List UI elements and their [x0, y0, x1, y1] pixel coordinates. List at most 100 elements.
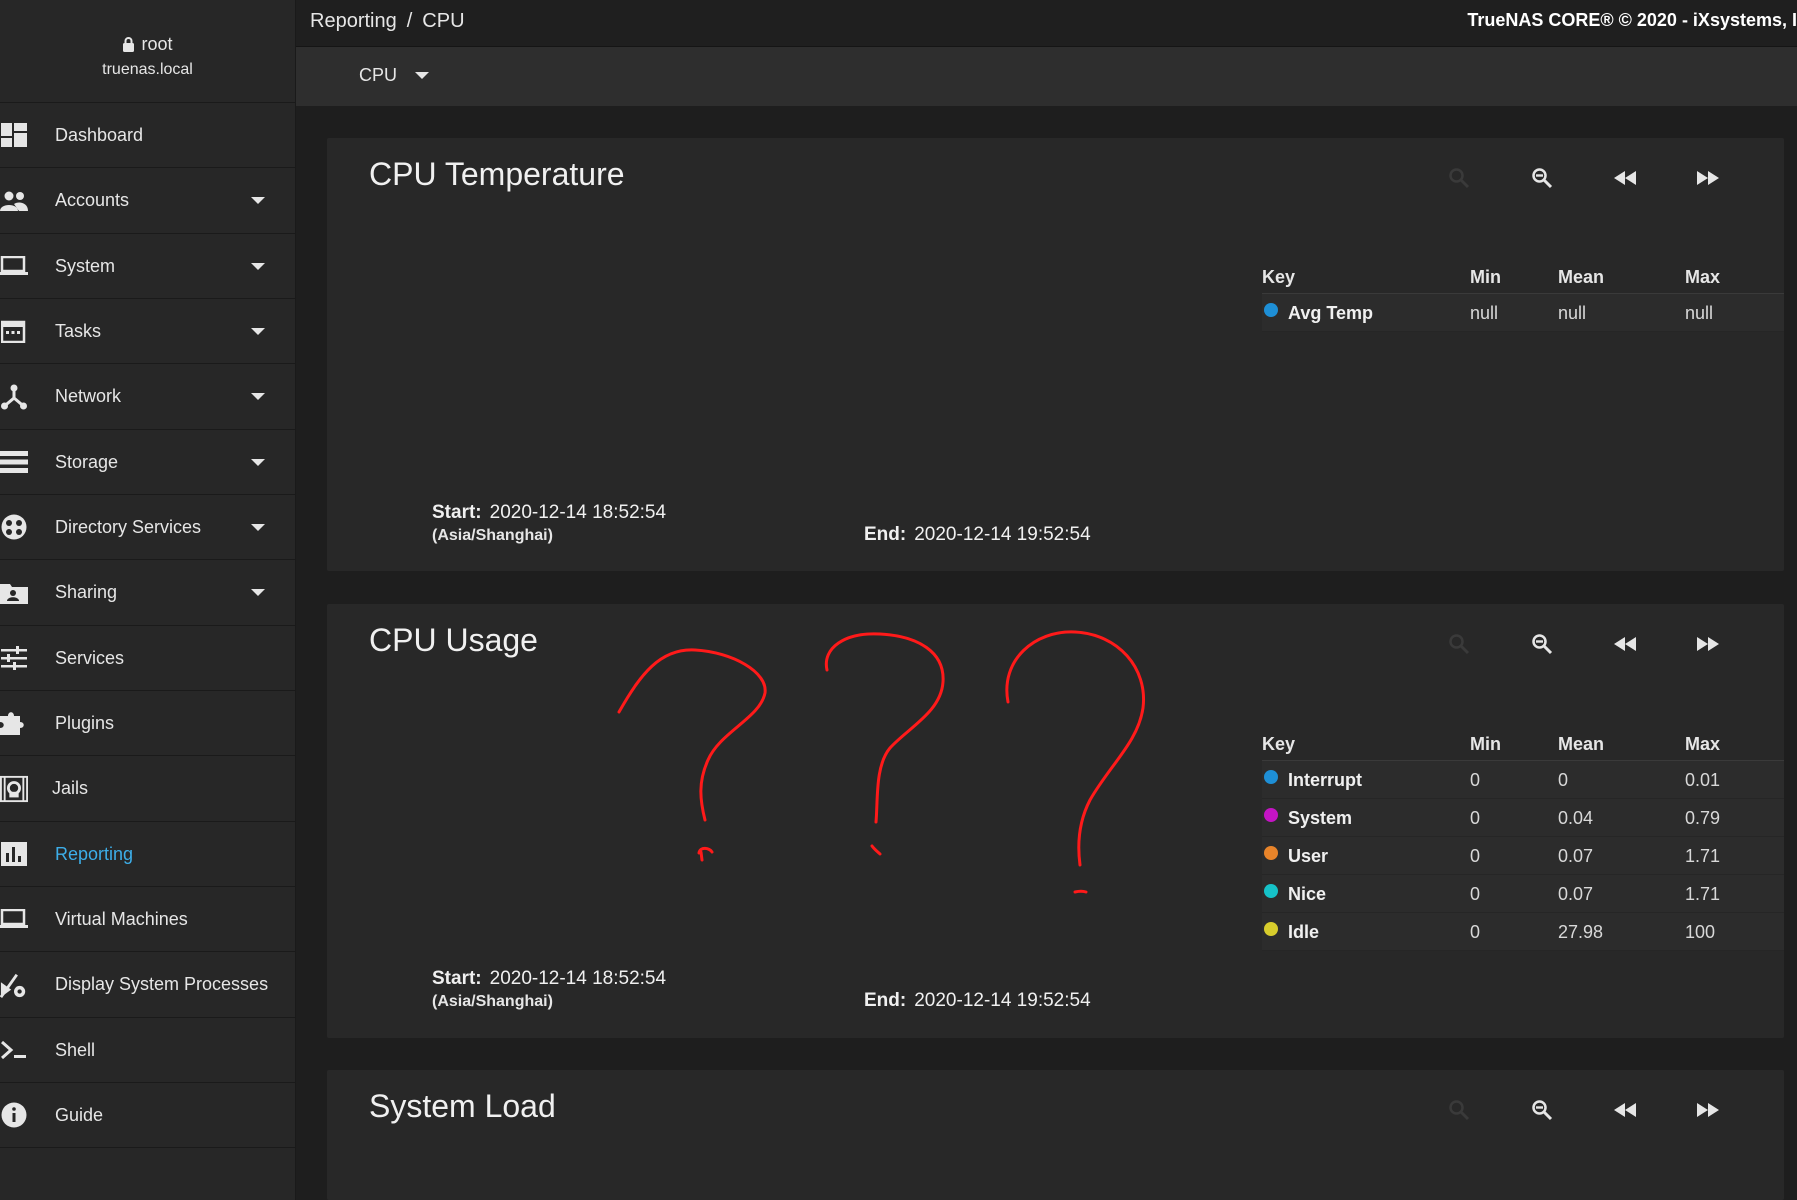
- series-mean: null: [1558, 303, 1587, 323]
- sidebar-item-label: Services: [55, 647, 125, 668]
- range-end: End: 2020-12-14 19:52:54: [864, 524, 1091, 546]
- chart-toolbar: [1445, 1096, 1722, 1124]
- breadcrumb-separator: /: [406, 10, 413, 32]
- series-mean: 0: [1558, 770, 1569, 790]
- sidebar-item-label: Shell: [55, 1039, 96, 1060]
- legend-row: Avg Temp null null null: [1262, 294, 1784, 332]
- fast-forward-icon[interactable]: [1694, 164, 1722, 192]
- sidebar-item-network[interactable]: Network: [0, 364, 295, 430]
- series-min: 0: [1470, 884, 1481, 904]
- legend-row: System 0 0.04 0.79: [1262, 799, 1784, 837]
- report-type-select[interactable]: CPU: [359, 65, 430, 86]
- sidebar-item-jails[interactable]: Jails: [0, 756, 295, 822]
- sidebar-item-label: Network: [55, 386, 122, 406]
- range-start-label: Start:: [432, 502, 482, 523]
- series-name: Idle: [1288, 922, 1320, 942]
- share-folder-icon: [0, 579, 28, 607]
- breadcrumb-reporting[interactable]: Reporting: [310, 10, 397, 32]
- range-end-label: End:: [864, 524, 907, 545]
- zoom-in-icon[interactable]: [1445, 630, 1473, 658]
- sidebar-item-label: System: [55, 255, 116, 276]
- zoom-out-icon[interactable]: [1528, 630, 1556, 658]
- legend-col-min: Min: [1470, 734, 1501, 754]
- hostname: truenas.local: [102, 61, 193, 78]
- series-color-dot: [1264, 303, 1278, 317]
- zoom-out-icon[interactable]: [1528, 1096, 1556, 1124]
- chevron-down-icon[interactable]: [251, 262, 265, 270]
- fast-forward-icon[interactable]: [1694, 630, 1722, 658]
- sidebar-item-label: Display System Processes: [55, 974, 269, 994]
- breadcrumb: Reporting / CPU: [310, 10, 465, 33]
- series-name: Avg Temp: [1288, 303, 1374, 323]
- series-name: User: [1288, 846, 1329, 866]
- sidebar-item-label: Guide: [55, 1104, 104, 1125]
- series-name: System: [1288, 808, 1353, 828]
- chevron-down-icon[interactable]: [251, 327, 265, 335]
- sidebar-item-label: Virtual Machines: [55, 908, 188, 929]
- chart-toolbar: [1445, 630, 1722, 658]
- zoom-in-icon[interactable]: [1445, 164, 1473, 192]
- legend-table: Key Min Mean Max Interrupt 0 0 0.01 Syst…: [1262, 730, 1784, 951]
- sidebar-item-system[interactable]: System: [0, 234, 295, 299]
- cpu-usage-card: CPU Usage Key Min Mean Max Interrupt 0 0…: [327, 604, 1784, 1038]
- sidebar-item-reporting[interactable]: Reporting: [0, 822, 295, 887]
- network-icon: [0, 383, 28, 411]
- timezone-label: (Asia/Shanghai): [432, 993, 553, 1010]
- sidebar-item-services[interactable]: Services: [0, 626, 295, 691]
- series-color-dot: [1264, 770, 1278, 784]
- range-start-value: 2020-12-14 18:52:54: [489, 968, 667, 989]
- legend-col-key: Key: [1262, 267, 1296, 287]
- sidebar-item-label: Tasks: [55, 320, 102, 341]
- sidebar-item-virtual-machines[interactable]: Virtual Machines: [0, 887, 295, 952]
- fast-forward-icon[interactable]: [1694, 1096, 1722, 1124]
- sidebar-item-storage[interactable]: Storage: [0, 430, 295, 495]
- card-title: System Load: [369, 1088, 556, 1124]
- username: root: [141, 34, 173, 54]
- chevron-down-icon[interactable]: [251, 589, 265, 596]
- series-max: null: [1685, 303, 1714, 323]
- copyright-text: TrueNAS CORE® © 2020 - iXsystems, I: [1467, 10, 1797, 30]
- lock-icon: [123, 37, 135, 52]
- series-min: 0: [1470, 922, 1481, 942]
- sidebar-item-tasks[interactable]: Tasks: [0, 299, 295, 364]
- sidebar-item-accounts[interactable]: Accounts: [0, 168, 295, 234]
- series-name: Nice: [1288, 884, 1327, 904]
- storage-icon: [0, 448, 28, 476]
- user-line: root: [0, 34, 295, 55]
- series-min: 0: [1470, 846, 1481, 866]
- sidebar-item-directory-services[interactable]: Directory Services: [0, 495, 295, 560]
- series-min: 0: [1470, 770, 1481, 790]
- report-selector-bar: CPU: [296, 47, 1797, 106]
- zoom-in-icon[interactable]: [1445, 1096, 1473, 1124]
- series-max: 0.79: [1685, 808, 1721, 828]
- range-start-label: Start:: [432, 968, 482, 989]
- rewind-icon[interactable]: [1611, 630, 1639, 658]
- chevron-down-icon[interactable]: [251, 197, 265, 204]
- series-max: 0.01: [1685, 770, 1721, 790]
- chevron-down-icon[interactable]: [251, 523, 265, 531]
- series-mean: 0.04: [1558, 808, 1594, 828]
- sidebar-item-shell[interactable]: Shell: [0, 1018, 295, 1083]
- range-start: Start: 2020-12-14 18:52:54: [432, 968, 666, 990]
- chevron-down-icon[interactable]: [251, 458, 265, 466]
- info-icon: [0, 1101, 28, 1129]
- zoom-out-icon[interactable]: [1528, 164, 1556, 192]
- sidebar-item-plugins[interactable]: Plugins: [0, 691, 295, 756]
- rewind-icon[interactable]: [1611, 1096, 1639, 1124]
- sidebar-item-label: Sharing: [55, 582, 118, 602]
- series-color-dot: [1264, 922, 1278, 936]
- sidebar-item-dashboard[interactable]: Dashboard: [0, 103, 295, 168]
- rewind-icon[interactable]: [1611, 164, 1639, 192]
- legend-col-key: Key: [1262, 734, 1296, 754]
- sidebar-item-guide[interactable]: Guide: [0, 1083, 295, 1148]
- breadcrumb-current: CPU: [422, 10, 465, 32]
- sidebar-item-label: Accounts: [55, 190, 130, 210]
- legend-row: User 0 0.07 1.71: [1262, 837, 1784, 875]
- sidebar-item-sharing[interactable]: Sharing: [0, 560, 295, 626]
- sidebar-item-display-system-processes[interactable]: Display System Processes: [0, 952, 295, 1018]
- legend-col-max: Max: [1685, 734, 1721, 754]
- series-name: Interrupt: [1288, 770, 1362, 790]
- legend-col-min: Min: [1470, 267, 1501, 287]
- chevron-down-icon[interactable]: [251, 393, 265, 400]
- series-max: 1.71: [1685, 846, 1721, 866]
